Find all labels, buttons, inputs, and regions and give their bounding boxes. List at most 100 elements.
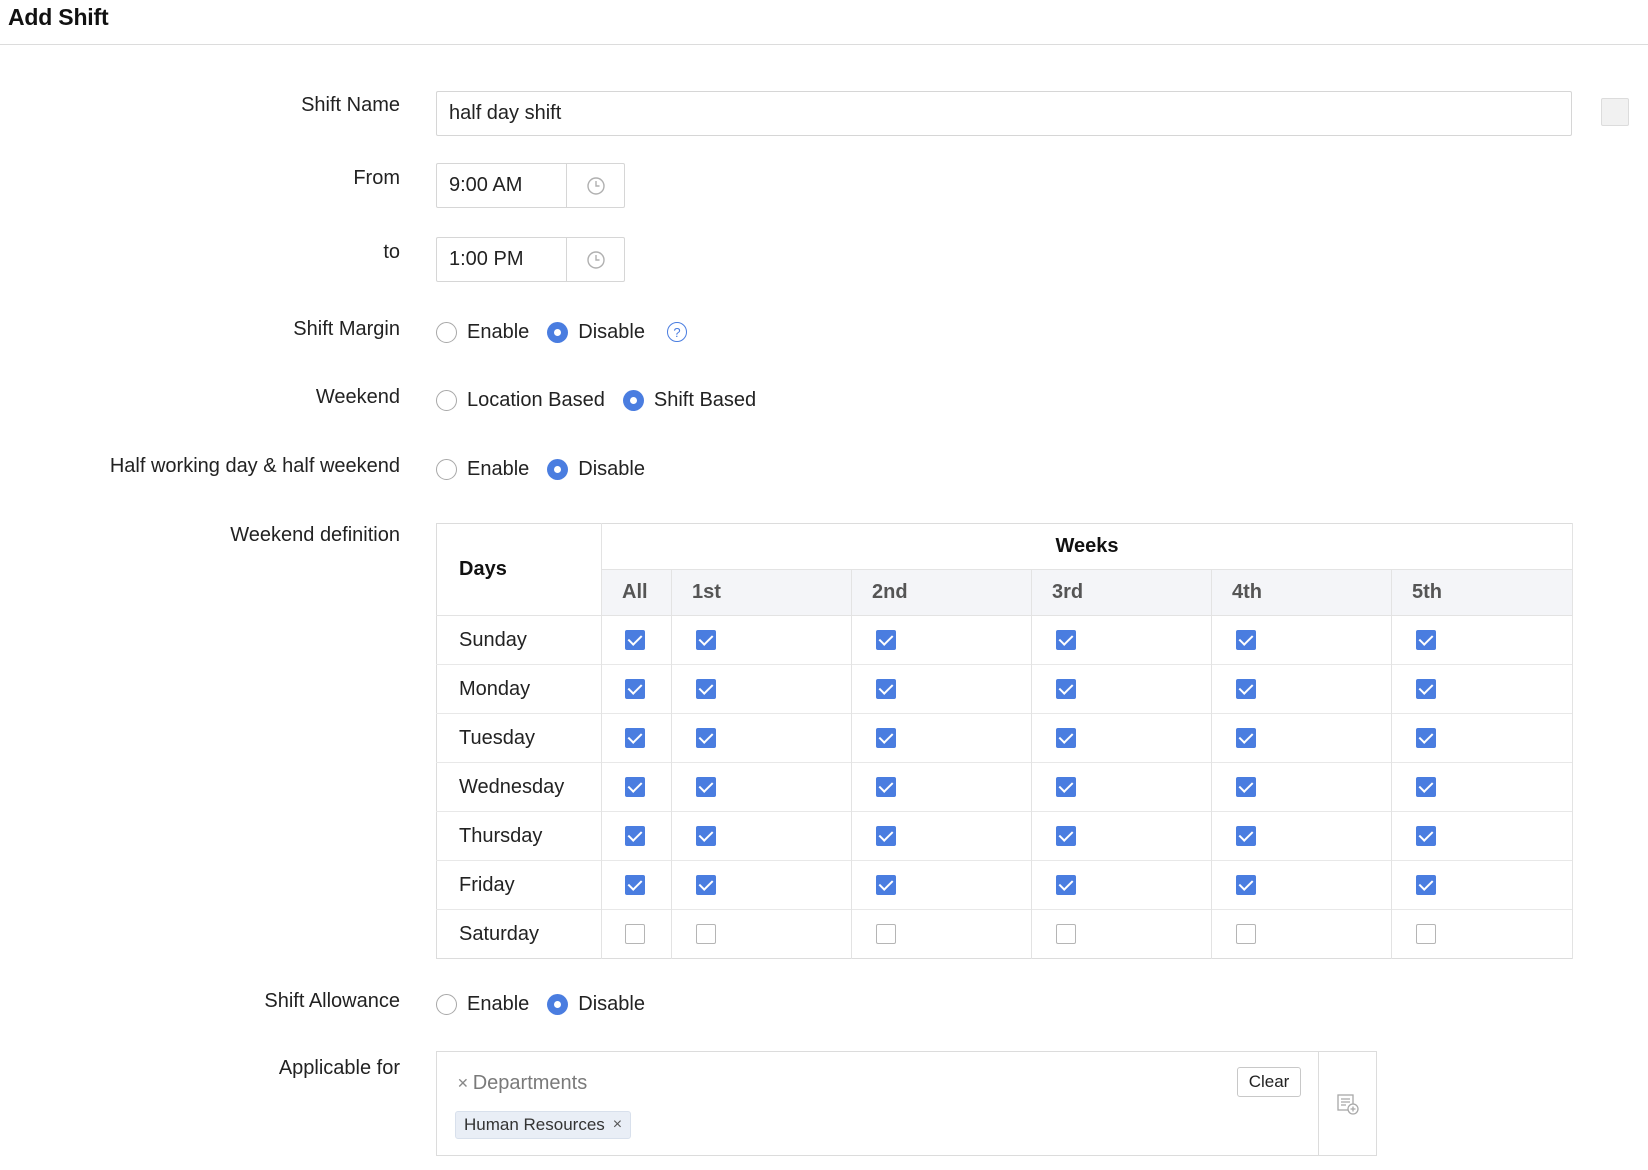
weekend-checkbox[interactable]	[1056, 630, 1076, 651]
weekend-checkbox[interactable]	[876, 728, 896, 749]
weekend-checkbox[interactable]	[696, 826, 716, 847]
radio-circle[interactable]	[547, 321, 569, 343]
question-circle-icon[interactable]: ?	[666, 322, 687, 342]
radio-circle[interactable]	[436, 321, 457, 343]
weekend-checkbox[interactable]	[696, 924, 716, 945]
table-row: Monday	[436, 664, 1574, 714]
table-row: Thursday	[436, 811, 1574, 861]
from-time-value[interactable]: 9:00 AM	[437, 164, 567, 207]
weekend-checkbox[interactable]	[625, 630, 645, 651]
weekend-checkbox[interactable]	[1056, 826, 1076, 847]
checkbox-cell	[851, 762, 1032, 812]
applicable-for-selection: ✕ Departments Clear Human Resources ×	[437, 1052, 1319, 1155]
checkbox-cell	[1391, 860, 1574, 910]
to-time-value[interactable]: 1:00 PM	[437, 238, 567, 281]
weekend-radio-group: Location Based Shift Based	[436, 385, 774, 415]
radio-circle[interactable]	[547, 993, 569, 1015]
weekend-checkbox[interactable]	[1056, 679, 1076, 700]
radio-circle[interactable]	[436, 389, 457, 411]
radio-circle[interactable]	[436, 458, 457, 480]
departments-toggle[interactable]: ✕ Departments	[457, 1072, 587, 1095]
weekend-checkbox[interactable]	[1416, 826, 1436, 847]
table-row: Saturday	[436, 909, 1574, 959]
table-row: Sunday	[436, 615, 1574, 665]
weekend-checkbox[interactable]	[1236, 630, 1256, 651]
collapse-icon[interactable]: ✕	[457, 1075, 469, 1092]
shift-margin-disable-radio[interactable]: Disable	[547, 321, 645, 344]
radio-circle[interactable]	[436, 993, 457, 1015]
weekend-checkbox[interactable]	[876, 875, 896, 896]
departments-label: Departments	[472, 1072, 588, 1094]
add-list-icon[interactable]	[1336, 1092, 1360, 1116]
shift-margin-label: Shift Margin	[293, 318, 400, 340]
weekend-checkbox[interactable]	[696, 875, 716, 896]
to-time-input[interactable]: 1:00 PM	[436, 237, 625, 282]
weekend-checkbox[interactable]	[1416, 924, 1436, 945]
radio-circle[interactable]	[547, 458, 569, 480]
weekend-shift-based-radio[interactable]: Shift Based	[622, 388, 757, 412]
weekend-checkbox[interactable]	[696, 777, 716, 798]
weekend-checkbox[interactable]	[1056, 777, 1076, 798]
weekend-checkbox[interactable]	[625, 826, 645, 847]
weekend-checkbox[interactable]	[625, 777, 645, 798]
checkbox-cell	[1031, 811, 1212, 861]
clear-button[interactable]: Clear	[1237, 1067, 1301, 1097]
radio-label: Shift Based	[653, 388, 757, 411]
day-name: Wednesday	[436, 762, 602, 812]
weekend-checkbox[interactable]	[1416, 777, 1436, 798]
clock-icon[interactable]	[567, 164, 624, 207]
weekend-checkbox[interactable]	[1416, 679, 1436, 700]
weekend-checkbox[interactable]	[1416, 875, 1436, 896]
weekend-checkbox[interactable]	[876, 630, 896, 651]
weekend-checkbox[interactable]	[625, 679, 645, 700]
radio-label: Disable	[578, 320, 645, 343]
color-picker-box[interactable]	[1601, 98, 1629, 126]
weekend-checkbox[interactable]	[696, 630, 716, 651]
half-working-enable-radio[interactable]: Enable	[436, 458, 529, 481]
clock-icon[interactable]	[567, 238, 624, 281]
shift-margin-enable-radio[interactable]: Enable	[436, 321, 529, 344]
weekend-checkbox[interactable]	[1416, 728, 1436, 749]
weekend-checkbox[interactable]	[625, 728, 645, 749]
weekend-checkbox[interactable]	[696, 679, 716, 700]
weekend-checkbox[interactable]	[1236, 875, 1256, 896]
weekend-checkbox[interactable]	[696, 728, 716, 749]
half-working-disable-radio[interactable]: Disable	[547, 458, 645, 481]
from-time-input[interactable]: 9:00 AM	[436, 163, 625, 208]
add-criteria-button[interactable]	[1319, 1052, 1376, 1155]
shift-allowance-disable-radio[interactable]: Disable	[547, 993, 645, 1016]
weekend-checkbox[interactable]	[1056, 924, 1076, 945]
weekend-checkbox[interactable]	[876, 826, 896, 847]
weekend-checkbox[interactable]	[876, 679, 896, 700]
department-chip: Human Resources ×	[455, 1111, 632, 1139]
shift-name-input[interactable]: half day shift	[436, 91, 1572, 136]
shift-allowance-enable-radio[interactable]: Enable	[436, 993, 529, 1016]
checkbox-cell	[671, 664, 852, 714]
week-column-header: 5th	[1391, 569, 1574, 616]
weekend-checkbox[interactable]	[625, 875, 645, 896]
weekend-checkbox[interactable]	[1236, 728, 1256, 749]
checkbox-cell	[1211, 762, 1392, 812]
half-working-label: Half working day & half weekend	[109, 455, 400, 477]
table-row: Wednesday	[436, 762, 1574, 812]
weekend-checkbox[interactable]	[1236, 777, 1256, 798]
checkbox-cell	[671, 615, 852, 665]
page-header: Add Shift	[0, 0, 1648, 45]
radio-label: Enable	[467, 320, 530, 343]
weekend-checkbox[interactable]	[1416, 630, 1436, 651]
day-name: Saturday	[436, 909, 602, 959]
radio-circle[interactable]	[622, 389, 644, 411]
weekend-checkbox[interactable]	[1236, 826, 1256, 847]
weekend-location-based-radio[interactable]: Location Based	[436, 389, 605, 412]
weekend-checkbox[interactable]	[1236, 679, 1256, 700]
shift-margin-radio-group: Enable Disable ?	[436, 317, 687, 347]
weekend-checkbox[interactable]	[1056, 728, 1076, 749]
weekend-checkbox[interactable]	[1236, 924, 1256, 945]
weekend-checkbox[interactable]	[876, 777, 896, 798]
weekend-checkbox[interactable]	[1056, 875, 1076, 896]
checkbox-cell	[851, 664, 1032, 714]
remove-chip-icon[interactable]: ×	[613, 1116, 622, 1134]
weekend-checkbox[interactable]	[876, 924, 896, 945]
weekend-checkbox[interactable]	[625, 924, 645, 945]
checkbox-cell	[1391, 762, 1574, 812]
